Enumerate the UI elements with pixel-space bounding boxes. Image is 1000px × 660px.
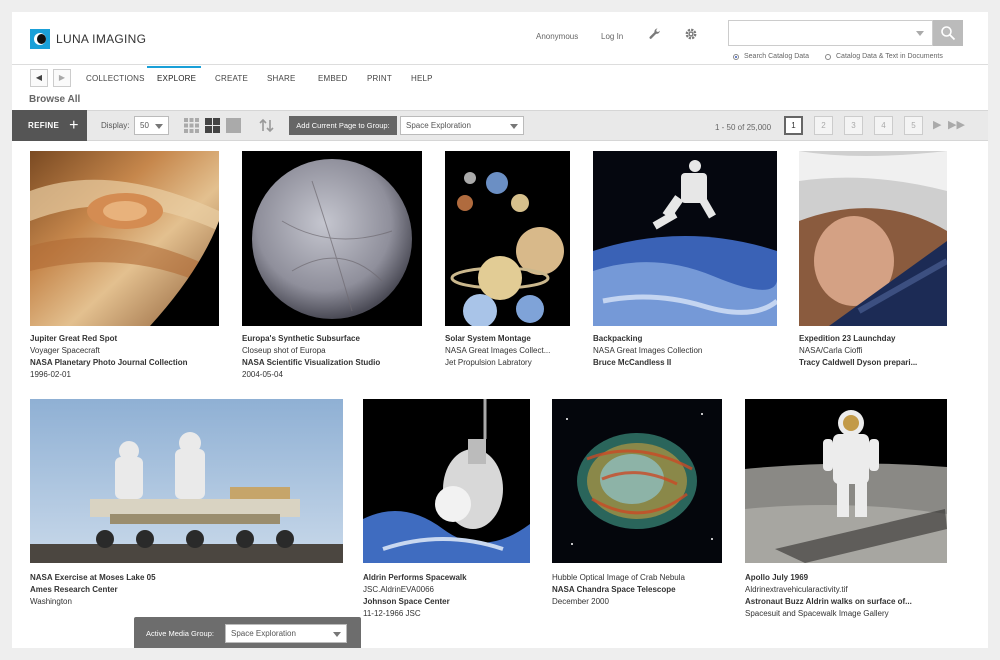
thumbnail-aldrin-spacewalk[interactable] (363, 399, 530, 563)
search-input[interactable] (728, 20, 933, 46)
page-4-button[interactable]: 4 (874, 116, 893, 135)
sort-icon[interactable] (259, 118, 274, 133)
thumbnail-europa[interactable] (242, 151, 422, 326)
logo-text: LUNA IMAGING (56, 32, 147, 46)
chevron-down-icon (155, 124, 163, 129)
nav-active-indicator (147, 66, 201, 68)
chevron-down-icon (510, 124, 518, 129)
last-page-icon[interactable]: ▶▶ (948, 119, 965, 131)
nav-create[interactable]: CREATE (215, 74, 248, 83)
item-title[interactable]: Expedition 23 Launchday (799, 333, 917, 345)
thumbnail-moses-lake[interactable] (30, 399, 343, 563)
nav-embed[interactable]: EMBED (318, 74, 347, 83)
display-label: Display: (101, 121, 130, 130)
nav-share[interactable]: SHARE (267, 74, 296, 83)
chevron-down-icon (333, 632, 341, 637)
luna-logo-icon (30, 29, 50, 49)
item-title[interactable]: NASA Exercise at Moses Lake 05 (30, 572, 156, 584)
radio-unselected-icon (825, 53, 831, 60)
caption-solar-system: Solar System Montage NASA Great Images C… (445, 333, 551, 367)
page-3-button[interactable]: 3 (844, 116, 863, 135)
forward-arrow-icon: ▶ (58, 73, 66, 82)
thumbnail-apollo-1969[interactable] (745, 399, 947, 563)
thumbnail-jupiter[interactable] (30, 151, 219, 326)
back-arrow-icon: ◀ (35, 73, 43, 82)
page-title: Browse All (29, 94, 81, 105)
grid-large-icon[interactable] (205, 118, 220, 133)
page-1-button[interactable]: 1 (784, 116, 803, 135)
plus-icon: + (69, 116, 79, 134)
caption-expedition-23: Expedition 23 Launchday NASA/Carla Cioff… (799, 333, 918, 367)
single-view-icon[interactable] (226, 118, 241, 133)
caption-jupiter: Jupiter Great Red Spot Voyager Spacecraf… (30, 333, 188, 379)
add-page-to-group-button[interactable]: Add Current Page to Group: (289, 116, 397, 135)
search-scope-dropdown-icon[interactable] (916, 31, 924, 36)
catalog-and-text-radio[interactable]: Catalog Data & Text in Documents (825, 53, 943, 60)
caption-moses-lake: NASA Exercise at Moses Lake 05 Ames Rese… (30, 572, 156, 606)
thumbnail-solar-system[interactable] (445, 151, 570, 326)
caption-backpacking: Backpacking NASA Great Images Collection… (593, 333, 703, 367)
item-title[interactable]: Backpacking (593, 333, 702, 345)
page-5-button[interactable]: 5 (904, 116, 923, 135)
forward-button[interactable]: ▶ (53, 69, 71, 87)
group-select[interactable]: Space Exploration (400, 116, 524, 135)
anonymous-user-link[interactable]: Anonymous (536, 32, 578, 41)
display-count-select[interactable]: 50 (134, 116, 169, 135)
item-title[interactable]: Solar System Montage (445, 333, 550, 345)
refine-button[interactable]: REFINE + (12, 110, 87, 141)
caption-europa: Europa's Synthetic Subsurface Closeup sh… (242, 333, 381, 379)
thumbnail-expedition-23[interactable] (799, 151, 947, 326)
results-range: 1 - 50 of 25,000 (715, 123, 772, 132)
gear-icon[interactable] (684, 27, 698, 41)
thumbnail-backpacking[interactable] (593, 151, 777, 326)
search-button[interactable] (933, 20, 963, 46)
wrench-icon[interactable] (648, 27, 662, 41)
search-icon (941, 26, 956, 41)
nav-print[interactable]: PRINT (367, 74, 392, 83)
grid-small-icon[interactable] (184, 118, 199, 133)
item-title[interactable]: Aldrin Performs Spacewalk (363, 572, 467, 584)
search-catalog-data-radio[interactable]: Search Catalog Data (733, 53, 809, 60)
logo[interactable]: LUNA IMAGING (30, 28, 146, 50)
active-media-group-select[interactable]: Space Exploration (225, 624, 347, 643)
item-title[interactable]: Apollo July 1969 (745, 572, 912, 584)
nav-collections[interactable]: COLLECTIONS (86, 74, 145, 83)
caption-aldrin-spacewalk: Aldrin Performs Spacewalk JSC.AldrinEVA0… (363, 572, 467, 618)
header-divider (12, 64, 988, 65)
login-link[interactable]: Log In (601, 32, 623, 41)
page-2-button[interactable]: 2 (814, 116, 833, 135)
radio-selected-icon (733, 53, 739, 60)
active-media-group-label: Active Media Group: (146, 629, 214, 638)
back-button[interactable]: ◀ (30, 69, 48, 87)
caption-crab-nebula: Hubble Optical Image of Crab Nebula NASA… (552, 573, 685, 606)
page: LUNA IMAGING Anonymous Log In Search Cat… (12, 12, 988, 648)
nav-help[interactable]: HELP (411, 74, 433, 83)
item-title[interactable]: Jupiter Great Red Spot (30, 333, 188, 345)
next-page-icon[interactable]: ▶ (933, 119, 941, 131)
caption-apollo-1969: Apollo July 1969 Aldrinextravehicularact… (745, 572, 912, 618)
item-title[interactable]: Europa's Synthetic Subsurface (242, 333, 380, 345)
nav-explore[interactable]: EXPLORE (157, 74, 196, 83)
thumbnail-crab-nebula[interactable] (552, 399, 722, 563)
